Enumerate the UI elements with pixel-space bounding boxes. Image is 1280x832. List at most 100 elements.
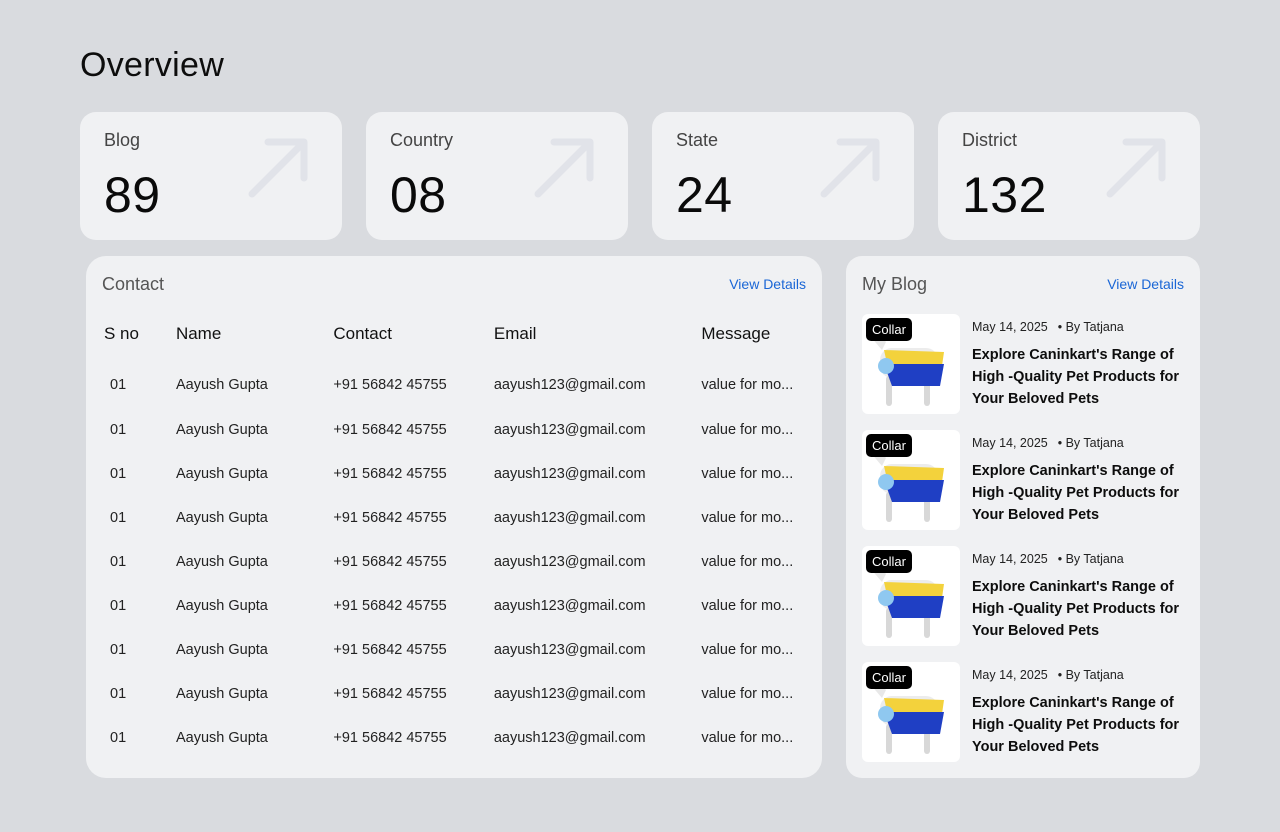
cell-name: Aayush Gupta bbox=[175, 422, 268, 438]
blog-category-badge: Collar bbox=[866, 434, 912, 457]
blog-category-badge: Collar bbox=[866, 666, 912, 689]
blog-date: May 14, 2025 bbox=[972, 668, 1048, 682]
page-title: Overview bbox=[80, 46, 225, 84]
column-header-email[interactable]: Email bbox=[494, 318, 702, 350]
cell-contact: +91 56842 45755 bbox=[333, 642, 447, 658]
blog-category-badge: Collar bbox=[866, 318, 912, 341]
cell-contact: +91 56842 45755 bbox=[333, 554, 447, 570]
column-header-sno[interactable]: S no bbox=[86, 318, 176, 350]
column-header-name[interactable]: Name bbox=[176, 318, 333, 350]
cell-message: value for mo... bbox=[701, 686, 794, 702]
cell-email: aayush123@gmail.com bbox=[493, 642, 646, 658]
blog-date: May 14, 2025 bbox=[972, 552, 1048, 566]
contact-title: Contact bbox=[102, 274, 165, 294]
arrow-up-right-icon bbox=[1106, 138, 1166, 198]
cell-email: aayush123@gmail.com bbox=[493, 377, 646, 393]
blog-post-card[interactable]: Collar May 14, 2025 • By Tatjana Explore … bbox=[862, 546, 1184, 646]
table-row[interactable]: 01 Aayush Gupta +91 56842 45755 aayush12… bbox=[86, 540, 822, 584]
stat-label: Blog bbox=[104, 130, 141, 150]
blog-thumbnail: Collar bbox=[862, 430, 960, 530]
cell-email: aayush123@gmail.com bbox=[493, 466, 646, 482]
cell-name: Aayush Gupta bbox=[175, 510, 268, 526]
blog-author: • By Tatjana bbox=[1057, 436, 1124, 450]
table-row[interactable]: 01 Aayush Gupta +91 56842 45755 aayush12… bbox=[86, 496, 822, 540]
cell-email: aayush123@gmail.com bbox=[493, 730, 646, 746]
cell-name: Aayush Gupta bbox=[175, 554, 268, 570]
cell-email: aayush123@gmail.com bbox=[493, 422, 646, 438]
table-row[interactable]: 01 Aayush Gupta +91 56842 45755 aayush12… bbox=[86, 584, 822, 628]
stat-label: Country bbox=[390, 130, 454, 150]
stat-value: 08 bbox=[390, 167, 447, 223]
cell-contact: +91 56842 45755 bbox=[333, 510, 447, 526]
column-header-contact[interactable]: Contact bbox=[333, 318, 493, 350]
cell-sno: 01 bbox=[110, 598, 127, 614]
cell-name: Aayush Gupta bbox=[175, 642, 268, 658]
blog-title: My Blog bbox=[862, 274, 928, 294]
arrow-up-right-icon bbox=[248, 138, 308, 198]
blog-headline[interactable]: Explore Caninkart's Range of High -Quali… bbox=[972, 692, 1184, 758]
stat-card-country[interactable]: Country 08 bbox=[366, 112, 628, 240]
blog-thumbnail: Collar bbox=[862, 546, 960, 646]
arrow-up-right-icon bbox=[534, 138, 594, 198]
cell-contact: +91 56842 45755 bbox=[333, 377, 447, 393]
blog-category-badge: Collar bbox=[866, 550, 912, 573]
cell-sno: 01 bbox=[110, 554, 127, 570]
blog-author: • By Tatjana bbox=[1057, 668, 1124, 682]
table-header-row: S no Name Contact Email Message bbox=[86, 318, 822, 350]
blog-meta: May 14, 2025 • By Tatjana bbox=[972, 668, 1124, 682]
table-row[interactable]: 01 Aayush Gupta +91 56842 45755 aayush12… bbox=[86, 350, 822, 408]
blog-meta: May 14, 2025 • By Tatjana bbox=[972, 320, 1124, 334]
blog-headline[interactable]: Explore Caninkart's Range of High -Quali… bbox=[972, 576, 1184, 642]
blog-view-details-link[interactable]: View Details bbox=[1107, 276, 1184, 292]
blog-author: • By Tatjana bbox=[1057, 552, 1124, 566]
cell-message: value for mo... bbox=[701, 422, 794, 438]
cell-sno: 01 bbox=[110, 686, 127, 702]
cell-email: aayush123@gmail.com bbox=[493, 554, 646, 570]
cell-name: Aayush Gupta bbox=[175, 466, 268, 482]
blog-author: • By Tatjana bbox=[1057, 320, 1124, 334]
blog-headline[interactable]: Explore Caninkart's Range of High -Quali… bbox=[972, 460, 1184, 526]
blog-post-card[interactable]: Collar May 14, 2025 • By Tatjana Explore … bbox=[862, 430, 1184, 530]
stat-value: 132 bbox=[962, 167, 1047, 223]
table-row[interactable]: 01 Aayush Gupta +91 56842 45755 aayush12… bbox=[86, 716, 822, 760]
cell-sno: 01 bbox=[110, 730, 127, 746]
blog-date: May 14, 2025 bbox=[972, 320, 1048, 334]
cell-name: Aayush Gupta bbox=[175, 730, 268, 746]
table-row[interactable]: 01 Aayush Gupta +91 56842 45755 aayush12… bbox=[86, 452, 822, 496]
table-row[interactable]: 01 Aayush Gupta +91 56842 45755 aayush12… bbox=[86, 628, 822, 672]
blog-meta: May 14, 2025 • By Tatjana bbox=[972, 552, 1124, 566]
blog-date: May 14, 2025 bbox=[972, 436, 1048, 450]
blog-thumbnail: Collar bbox=[862, 662, 960, 762]
blog-post-card[interactable]: Collar May 14, 2025 • By Tatjana Explore … bbox=[862, 662, 1184, 762]
stat-value: 24 bbox=[676, 167, 733, 223]
stat-value: 89 bbox=[104, 167, 161, 223]
cell-contact: +91 56842 45755 bbox=[333, 730, 447, 746]
cell-sno: 01 bbox=[110, 642, 127, 658]
column-header-message[interactable]: Message bbox=[701, 318, 822, 350]
blog-post-card[interactable]: Collar May 14, 2025 • By Tatjana Explore … bbox=[862, 314, 1184, 414]
cell-message: value for mo... bbox=[701, 466, 794, 482]
cell-message: value for mo... bbox=[701, 730, 794, 746]
cell-name: Aayush Gupta bbox=[175, 598, 268, 614]
cell-email: aayush123@gmail.com bbox=[493, 510, 646, 526]
stat-label: State bbox=[676, 130, 719, 150]
stat-label: District bbox=[962, 130, 1017, 150]
table-row[interactable]: 01 Aayush Gupta +91 56842 45755 aayush12… bbox=[86, 672, 822, 716]
cell-sno: 01 bbox=[110, 422, 127, 438]
cell-message: value for mo... bbox=[701, 377, 794, 393]
table-row[interactable]: 01 Aayush Gupta +91 56842 45755 aayush12… bbox=[86, 408, 822, 452]
cell-message: value for mo... bbox=[701, 554, 794, 570]
cell-sno: 01 bbox=[110, 377, 127, 393]
stat-card-district[interactable]: District 132 bbox=[938, 112, 1200, 240]
stat-card-state[interactable]: State 24 bbox=[652, 112, 914, 240]
cell-contact: +91 56842 45755 bbox=[333, 466, 447, 482]
contact-view-details-link[interactable]: View Details bbox=[729, 276, 806, 292]
cell-contact: +91 56842 45755 bbox=[333, 598, 447, 614]
blog-meta: May 14, 2025 • By Tatjana bbox=[972, 436, 1124, 450]
stat-card-blog[interactable]: Blog 89 bbox=[80, 112, 342, 240]
blog-headline[interactable]: Explore Caninkart's Range of High -Quali… bbox=[972, 344, 1184, 410]
stats-row: Blog 89 Country 08 State 24 District 132 bbox=[80, 112, 1200, 240]
cell-name: Aayush Gupta bbox=[175, 377, 268, 393]
cell-sno: 01 bbox=[110, 466, 127, 482]
cell-email: aayush123@gmail.com bbox=[493, 686, 646, 702]
